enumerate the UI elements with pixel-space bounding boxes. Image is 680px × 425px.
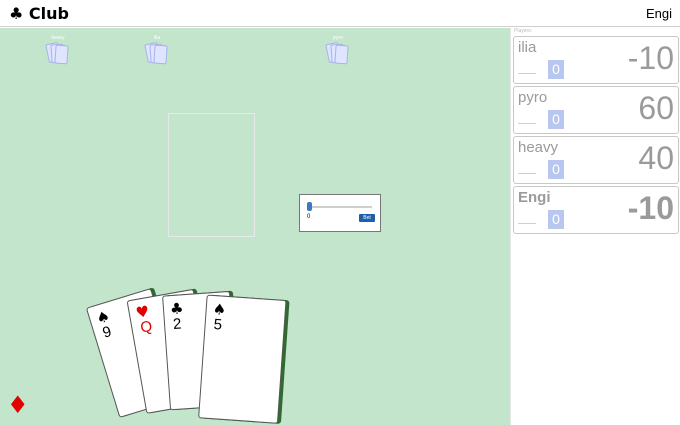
player-name: heavy [518,139,559,156]
player-bet-badge: 0 [548,110,564,129]
opponent-card-back [153,44,168,65]
card-rank: 9 [100,322,114,342]
card-rank: 5 [213,316,223,334]
players-label: Players: [514,28,533,34]
opponent-name: pyro [333,35,343,41]
players-sidebar: Players: ilia 0 -10 pyro 0 60 heavy 0 40… [510,28,680,425]
player-score: -10 [627,40,674,76]
card-rank: 2 [172,315,183,333]
player-panel-pyro: pyro 0 60 [513,86,679,134]
player-bet-badge: 0 [548,60,564,79]
player-panel-heavy: heavy 0 40 [513,136,679,184]
current-user-name[interactable]: Engi [646,6,672,21]
player-name: Engi [518,189,551,206]
player-score: 40 [638,140,674,176]
top-bar: ♣ Club Engi [0,0,680,27]
card-rank: Q [139,317,154,337]
opponent-card-back [334,44,349,65]
bet-value: 0 [307,214,311,220]
opponent-name: heavy [51,35,65,41]
player-name: ilia [518,39,537,56]
bet-button[interactable]: Bet [359,214,375,222]
diamond-icon: ♦ [7,391,29,419]
bet-slider[interactable] [308,206,372,208]
game-table: heavy ilia pyro 0 Bet ♠ 9 ♥ Q ♣ 2 ♠ 5 ♦ [0,28,510,425]
opponent-name: ilia [153,35,161,41]
opponent-ilia: ilia [137,35,177,71]
player-bet-badge: 0 [548,210,564,229]
player-trick-line [518,123,536,124]
opponent-heavy: heavy [38,35,78,71]
player-panel-engi: Engi 0 -10 [513,186,679,234]
opponent-card-back [54,44,69,65]
player-name: pyro [518,89,548,106]
trick-area [168,113,255,237]
bet-panel: 0 Bet [299,194,381,232]
bet-slider-handle[interactable] [307,202,312,211]
app-title: ♣ Club [9,4,69,23]
player-panel-ilia: ilia 0 -10 [513,36,679,84]
player-score: -10 [627,190,674,226]
player-score: 60 [638,90,674,126]
player-trick-line [518,73,536,74]
player-bet-badge: 0 [548,160,564,179]
player-trick-line [518,223,536,224]
opponent-pyro: pyro [318,35,358,71]
hand-card[interactable]: ♠ 5 [198,294,287,424]
player-trick-line [518,173,536,174]
